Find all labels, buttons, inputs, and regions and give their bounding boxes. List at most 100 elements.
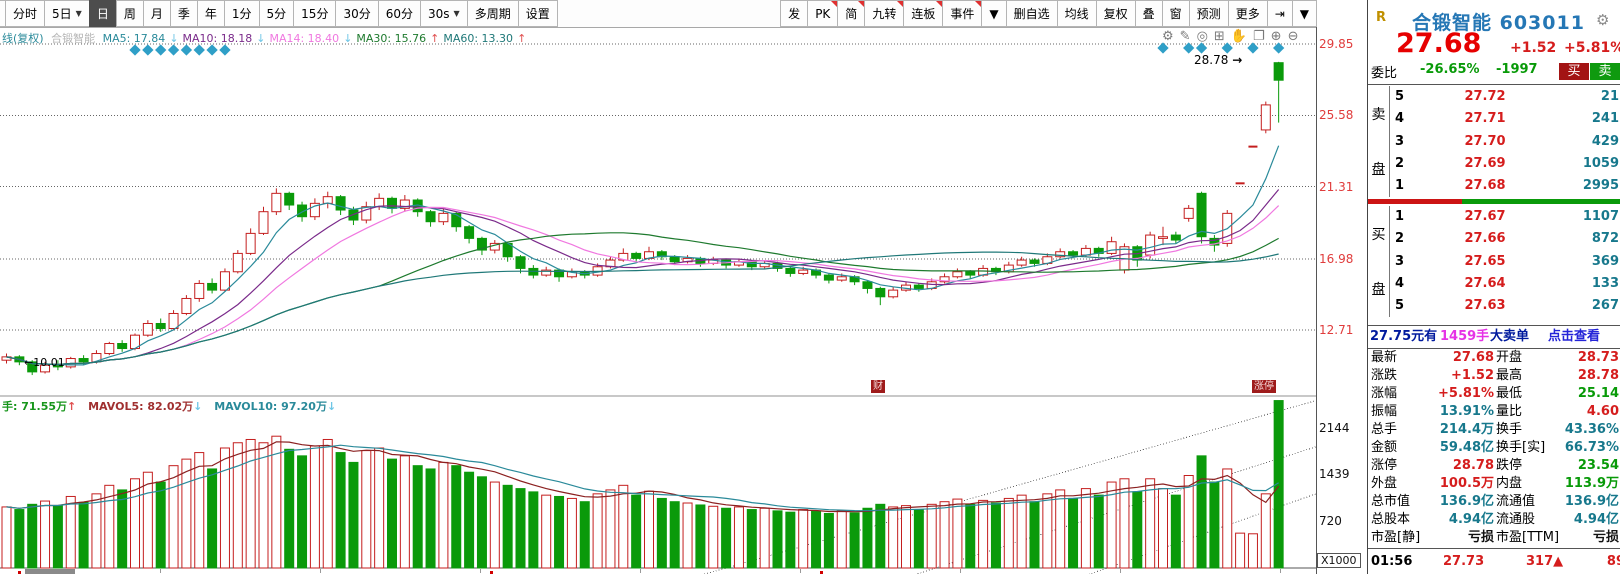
price-axis-label: 21.31 xyxy=(1319,179,1354,194)
ma60-line xyxy=(6,251,1279,366)
mavol5-value: MAVOL5: 82.02万 xyxy=(88,400,194,413)
price-change-pct: +5.81% xyxy=(1564,40,1620,56)
toolbar-button-分时[interactable]: 分时 xyxy=(5,0,46,27)
stats-row: 总市值 136.9亿 流通值 136.9亿 xyxy=(1371,494,1619,509)
ma5-line xyxy=(6,145,1280,366)
stats-row: 金额 59.48亿 换手[实] 66.73% xyxy=(1371,440,1619,455)
down-arrow-icon: ↓ xyxy=(193,400,203,413)
measure-icon[interactable]: ⊞ xyxy=(1214,29,1231,44)
toolbar-button-季[interactable]: 季 xyxy=(169,0,198,27)
toolbar-button-预测[interactable]: 预测 xyxy=(1188,0,1229,27)
price-axis-label: 12.71 xyxy=(1319,323,1354,337)
sell-button[interactable]: 卖 xyxy=(1590,63,1620,80)
pen-icon[interactable]: ✎ xyxy=(1180,29,1197,44)
toolbar-button-年[interactable]: 年 xyxy=(196,0,225,27)
ma10-line xyxy=(6,189,1280,366)
quote-panel: R 合锻智能 603011 ⚙ 27.68 +1.52 +5.81% 委比 -2… xyxy=(1367,0,1620,574)
toolbar-button-更多[interactable]: 更多 xyxy=(1227,0,1268,27)
stats-row: 市盈[静] 亏损 市盈[TTM] 亏损 xyxy=(1371,530,1619,545)
hand-icon[interactable]: ✋ xyxy=(1231,29,1253,44)
big-order-notice: 27.75元有 1459手 大卖单 点击查看 xyxy=(1368,326,1620,348)
scroll-tick xyxy=(160,569,161,573)
toolbar-button-15分[interactable]: 15分 xyxy=(293,0,337,27)
event-badge-涨停[interactable]: 涨停 xyxy=(1252,380,1276,393)
toolbar-button-叠[interactable]: 叠 xyxy=(1134,0,1163,27)
event-diamond-icon xyxy=(1221,42,1233,54)
price-axis-label: 16.98 xyxy=(1319,251,1354,266)
toolbar-button-60分[interactable]: 60分 xyxy=(377,0,422,27)
order-book-row: 1 27.67 1107 xyxy=(1395,209,1619,224)
toolbar-button-5分[interactable]: 5分 xyxy=(258,0,295,27)
scroll-tick xyxy=(960,569,961,573)
function-buttons-group: 发 PK 简九转 连板 事件 ▼ 删自选 均线 复权叠窗预测 更多 ⇥ ▼ xyxy=(780,0,1317,27)
stats-row: 涨幅 +5.81% 最低 25.14 xyxy=(1371,386,1619,401)
order-book-row: 3 27.70 429 xyxy=(1395,133,1619,149)
toolbar-button-日[interactable]: 日 xyxy=(88,0,117,27)
order-book-row: 1 27.68 2995 xyxy=(1395,178,1619,194)
toolbar-button-发[interactable]: 发 xyxy=(780,0,809,27)
high-price-annotation: 28.78 → xyxy=(1194,53,1243,67)
toolbar-button-月[interactable]: 月 xyxy=(142,0,171,27)
toolbar-button-九转[interactable]: 九转 xyxy=(864,0,905,27)
toolbar-button-简[interactable]: 简 xyxy=(837,0,866,27)
buy-button[interactable]: 买 xyxy=(1559,63,1589,80)
last-price: 27.68 xyxy=(1396,28,1482,59)
toolbar-button-周[interactable]: 周 xyxy=(115,0,144,27)
ma-value: MA14: 18.40 xyxy=(269,32,340,45)
notice-qty: 1459手 xyxy=(1440,329,1490,344)
toolbar-button-⇥[interactable]: ⇥ xyxy=(1266,0,1293,27)
divider xyxy=(1368,548,1620,549)
down-arrow-icon: ↓ xyxy=(326,400,337,413)
event-diamond-icon xyxy=(129,44,141,56)
notice-link[interactable]: 点击查看 xyxy=(1548,326,1600,348)
toolbar-button-事件[interactable]: 事件 xyxy=(942,0,983,27)
gear-icon[interactable]: ⚙ xyxy=(1162,29,1180,44)
toolbar-button-1分[interactable]: 1分 xyxy=(223,0,260,27)
ma-value: MA10: 18.18 xyxy=(182,32,253,45)
eye-icon[interactable]: ◎ xyxy=(1197,29,1214,44)
toolbar-button-多周期[interactable]: 多周期 xyxy=(466,0,519,27)
chart-scrollbar-thumb[interactable] xyxy=(25,569,75,574)
toolbar-button-30分[interactable]: 30分 xyxy=(335,0,379,27)
down-arrow-icon: ↓ xyxy=(169,32,179,45)
weibi-value: -26.65% xyxy=(1420,62,1480,77)
toolbar-button-▼[interactable]: ▼ xyxy=(1291,0,1317,27)
toolbar-button-30s[interactable]: 30s ▼ xyxy=(420,0,468,27)
window-icon[interactable]: ❐ xyxy=(1253,29,1271,44)
stats-row: 外盘 100.5万 内盘 113.9万 xyxy=(1371,476,1619,491)
panel-gear-icon[interactable]: ⚙ xyxy=(1596,11,1609,29)
toolbar-button-删自选[interactable]: 删自选 xyxy=(1005,0,1058,27)
toolbar-button-5日[interactable]: 5日 ▼ xyxy=(44,0,90,27)
sell-pan-label: 卖盘 xyxy=(1368,86,1390,197)
kline-volume-chart xyxy=(0,42,1316,574)
right-arrow-icon: → xyxy=(1232,53,1243,67)
mavol10-value: MAVOL10: 97.20万 xyxy=(214,400,327,413)
toolbar-button-均线[interactable]: 均线 xyxy=(1056,0,1097,27)
toolbar-button-连板[interactable]: 连板 xyxy=(903,0,944,27)
toolbar-button-复权[interactable]: 复权 xyxy=(1095,0,1136,27)
tick-volume: 317▲ xyxy=(1526,554,1564,569)
weibi-label: 委比 xyxy=(1371,66,1398,81)
scroll-tick xyxy=(1120,569,1121,573)
scroll-tick xyxy=(800,569,801,573)
order-book: 卖盘买盘 5 27.72 21 4 27.71 241 3 27.70 429 2 27.69 1059… xyxy=(1368,85,1620,325)
toolbar-button-窗[interactable]: 窗 xyxy=(1161,0,1190,27)
event-diamond-icon xyxy=(1272,42,1285,54)
toolbar-button-▼[interactable]: ▼ xyxy=(981,0,1007,27)
zoom-in-icon[interactable]: ⊕ xyxy=(1271,29,1288,44)
event-diamond-icon xyxy=(193,44,205,56)
volume-header: 手: 71.55万↑ MAVOL5: 82.02万↓ MAVOL10: 97.2… xyxy=(2,398,336,414)
toolbar-button-设置[interactable]: 设置 xyxy=(517,0,558,27)
stats-row: 总股本 4.94亿 流通股 4.94亿 xyxy=(1371,512,1619,527)
zoom-out-icon[interactable]: ⊖ xyxy=(1288,29,1305,44)
order-book-row: 5 27.63 267 xyxy=(1395,298,1619,314)
toolbar-button-PK[interactable]: PK xyxy=(807,0,839,27)
event-badge-财[interactable]: 财 xyxy=(871,380,885,393)
scroll-tick xyxy=(640,569,641,573)
tick-price: 27.73 xyxy=(1443,554,1485,569)
buy-sell-ratio-bar xyxy=(1368,199,1620,204)
order-book-row: 2 27.66 872 xyxy=(1395,231,1619,247)
ratio-red xyxy=(1368,199,1462,204)
volume-unit-label: X1000 xyxy=(1317,553,1361,568)
stats-row: 总手 214.4万 换手 43.36% xyxy=(1371,422,1619,437)
